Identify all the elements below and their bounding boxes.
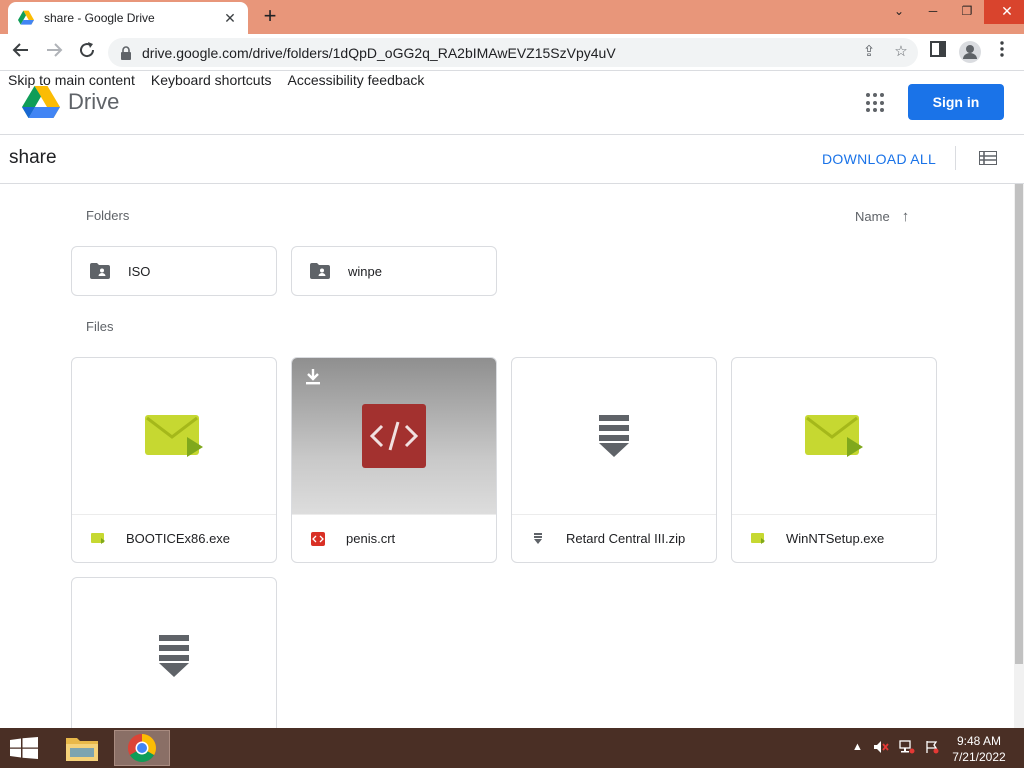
profile-avatar[interactable] bbox=[959, 41, 981, 63]
accessibility-feedback-link[interactable]: Accessibility feedback bbox=[287, 72, 424, 88]
files-section-label: Files bbox=[86, 319, 114, 334]
address-bar[interactable]: drive.google.com/drive/folders/1dQpD_oGG… bbox=[108, 38, 918, 67]
action-center-flag-icon[interactable] bbox=[925, 740, 939, 754]
toolbar-separator bbox=[955, 146, 956, 170]
code-file-icon bbox=[362, 404, 426, 468]
folder-card[interactable]: winpe bbox=[291, 246, 497, 296]
sort-label: Name bbox=[855, 209, 890, 224]
close-window-button[interactable]: ✕ bbox=[984, 0, 1024, 24]
tab-title: share - Google Drive bbox=[44, 11, 155, 25]
share-icon[interactable]: ⇪ bbox=[860, 43, 878, 61]
bookmark-star-icon[interactable]: ☆ bbox=[892, 43, 910, 61]
browser-tabstrip: share - Google Drive ✕ + ⌄ ─ ❐ ✕ bbox=[0, 0, 1024, 34]
back-arrow-icon bbox=[12, 43, 28, 57]
system-tray: ▲ bbox=[852, 740, 939, 754]
file-thumbnail bbox=[72, 578, 276, 728]
scrollbar-thumb[interactable] bbox=[1015, 184, 1023, 664]
shared-folder-icon bbox=[90, 263, 110, 279]
google-drive-logo-icon[interactable] bbox=[22, 86, 60, 118]
network-icon[interactable] bbox=[899, 740, 915, 754]
tab-close-icon[interactable]: ✕ bbox=[222, 10, 238, 27]
minimize-button[interactable]: ─ bbox=[916, 0, 950, 24]
reload-button[interactable] bbox=[76, 41, 98, 63]
windows-taskbar: ▲ 9:48 AM 7/21/2022 bbox=[0, 728, 1024, 768]
file-card[interactable]: penis.crt bbox=[291, 357, 497, 563]
tab-search-chevron-icon[interactable]: ⌄ bbox=[882, 0, 916, 24]
folders-section-label: Folders bbox=[86, 208, 130, 223]
reload-icon bbox=[80, 42, 95, 58]
download-icon[interactable] bbox=[304, 368, 322, 386]
google-drive-favicon-icon bbox=[18, 10, 34, 25]
side-panel-icon bbox=[930, 41, 946, 57]
keyboard-shortcuts-link[interactable]: Keyboard shortcuts bbox=[151, 72, 272, 88]
executable-file-icon bbox=[805, 415, 863, 457]
file-thumbnail bbox=[732, 358, 936, 514]
code-small-icon bbox=[310, 531, 326, 546]
header-divider bbox=[0, 134, 1024, 135]
tray-overflow-arrow-icon[interactable]: ▲ bbox=[852, 741, 863, 753]
google-apps-icon[interactable] bbox=[866, 93, 886, 113]
forward-arrow-icon bbox=[47, 43, 63, 57]
lock-icon bbox=[121, 45, 131, 60]
sort-by-name-button[interactable]: Name ↑ bbox=[855, 208, 909, 225]
url-text: drive.google.com/drive/folders/1dQpD_oGG… bbox=[142, 44, 616, 61]
back-button[interactable] bbox=[10, 41, 32, 63]
executable-small-icon bbox=[750, 532, 766, 546]
sort-ascending-icon: ↑ bbox=[901, 208, 910, 225]
file-explorer-taskbar-button[interactable] bbox=[54, 730, 110, 766]
side-panel-button[interactable] bbox=[927, 41, 949, 63]
folder-title: share bbox=[9, 147, 57, 168]
forward-button[interactable] bbox=[43, 41, 65, 63]
file-card[interactable] bbox=[71, 577, 277, 728]
download-all-button[interactable]: DOWNLOAD ALL bbox=[822, 151, 936, 167]
system-clock[interactable]: 9:48 AM 7/21/2022 bbox=[946, 733, 1012, 765]
browser-tab-active[interactable]: share - Google Drive ✕ bbox=[8, 2, 248, 34]
chrome-icon bbox=[128, 734, 156, 762]
window-controls: ⌄ ─ ❐ ✕ bbox=[882, 0, 1024, 24]
clock-time: 9:48 AM bbox=[956, 734, 1002, 748]
shared-folder-icon bbox=[310, 263, 330, 279]
list-view-icon[interactable] bbox=[979, 151, 997, 165]
file-thumbnail bbox=[512, 358, 716, 514]
clock-date: 7/21/2022 bbox=[952, 750, 1006, 764]
restore-button[interactable]: ❐ bbox=[950, 0, 984, 24]
skip-links: Skip to main content Keyboard shortcuts … bbox=[8, 72, 424, 88]
file-name: BOOTICEx86.exe bbox=[126, 531, 231, 546]
file-browser-content: Folders Name ↑ ISO winpe Files BOOTICEx8… bbox=[0, 184, 1014, 728]
drive-product-name[interactable]: Drive bbox=[68, 89, 119, 115]
more-vertical-icon bbox=[1000, 41, 1004, 57]
file-name: WinNTSetup.exe bbox=[786, 531, 885, 546]
vertical-scrollbar[interactable] bbox=[1014, 184, 1024, 728]
archive-file-icon bbox=[159, 635, 189, 677]
browser-toolbar: drive.google.com/drive/folders/1dQpD_oGG… bbox=[0, 34, 1024, 71]
archive-small-icon bbox=[530, 532, 546, 546]
file-explorer-icon bbox=[66, 738, 98, 761]
file-name: Retard Central III.zip bbox=[566, 531, 686, 546]
executable-small-icon bbox=[90, 532, 106, 546]
file-thumbnail bbox=[72, 358, 276, 514]
folder-name: ISO bbox=[128, 263, 151, 279]
volume-muted-icon[interactable] bbox=[873, 740, 889, 754]
browser-menu-button[interactable] bbox=[991, 41, 1013, 63]
new-tab-button[interactable]: + bbox=[258, 5, 282, 29]
file-card[interactable]: WinNTSetup.exe bbox=[731, 357, 937, 563]
person-icon bbox=[963, 45, 977, 59]
sign-in-button[interactable]: Sign in bbox=[908, 84, 1004, 120]
archive-file-icon bbox=[599, 415, 629, 457]
chrome-taskbar-button[interactable] bbox=[114, 730, 170, 766]
windows-start-icon[interactable] bbox=[10, 737, 38, 759]
folder-card[interactable]: ISO bbox=[71, 246, 277, 296]
executable-file-icon bbox=[145, 415, 203, 457]
file-thumbnail bbox=[292, 358, 496, 514]
file-card[interactable]: BOOTICEx86.exe bbox=[71, 357, 277, 563]
file-name: penis.crt bbox=[346, 531, 396, 546]
folder-name: winpe bbox=[348, 263, 382, 279]
file-card[interactable]: Retard Central III.zip bbox=[511, 357, 717, 563]
